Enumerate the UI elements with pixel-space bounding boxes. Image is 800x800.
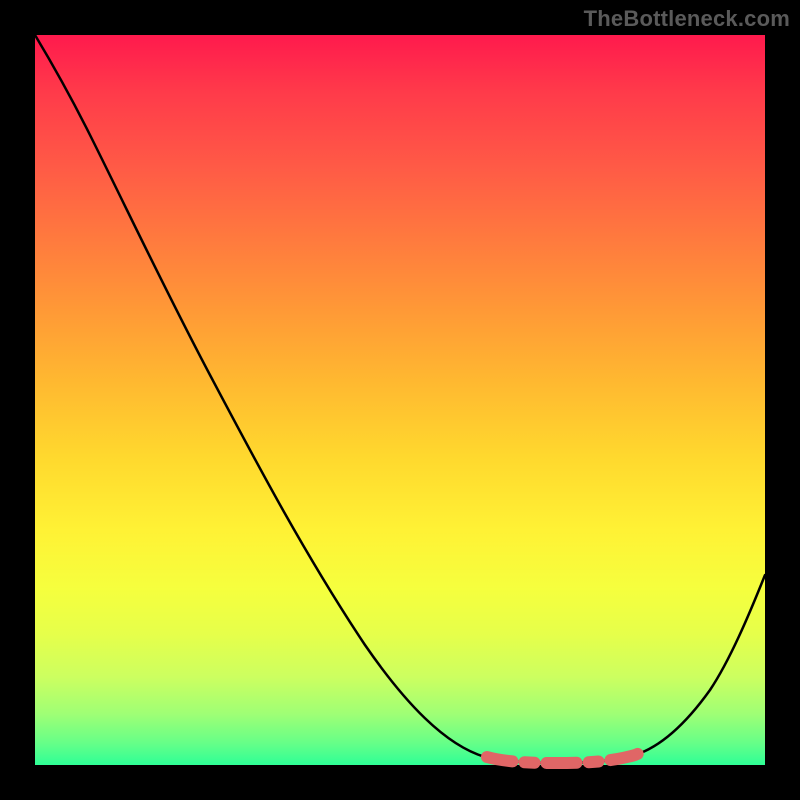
chart-frame: TheBottleneck.com [0,0,800,800]
watermark-text: TheBottleneck.com [584,6,790,32]
trough-highlight [487,750,647,763]
bottleneck-curve [35,35,765,763]
curve-svg [35,35,765,765]
plot-area [35,35,765,765]
